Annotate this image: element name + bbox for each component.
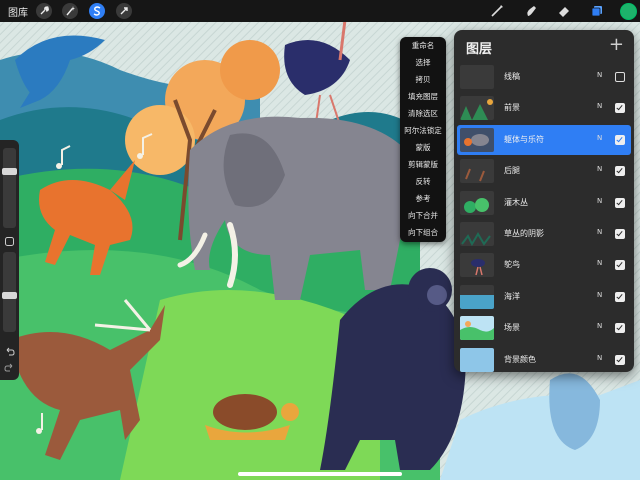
layers-panel-title: 图层: [466, 42, 493, 57]
smudge-icon[interactable]: [522, 2, 540, 20]
home-indicator[interactable]: [238, 472, 402, 476]
layer-thumbnail: [460, 96, 494, 121]
color-picker-swatch[interactable]: [620, 3, 637, 20]
layer-thumbnail: [460, 221, 494, 246]
layer-row[interactable]: 场景 N: [457, 313, 631, 343]
visibility-checkbox[interactable]: [615, 228, 625, 239]
layer-name: 躯体与乐符: [504, 134, 544, 144]
layer-row[interactable]: 前景 N: [457, 93, 631, 123]
layer-row[interactable]: 灌木丛 N: [457, 188, 631, 218]
visibility-checkbox[interactable]: [615, 72, 625, 82]
blend-mode-button[interactable]: N: [597, 71, 602, 79]
layers-list: 线稿 N 前景 N 躯体与乐符 N 后腿 N 灌木丛 N 草丛的阴影 N 鸵鸟 N 海洋 N 场景 N 背景颜色 N: [457, 62, 631, 376]
visibility-checkbox[interactable]: [615, 134, 625, 145]
layer-name: 线稿: [504, 72, 520, 81]
blend-mode-button[interactable]: N: [597, 354, 602, 362]
wrench-icon[interactable]: [36, 3, 52, 19]
layer-name: 海洋: [504, 291, 520, 301]
brush-size-slider[interactable]: [2, 148, 17, 228]
menu-item[interactable]: 选择: [400, 54, 446, 71]
layer-row[interactable]: 海洋 N: [457, 282, 631, 312]
menu-item[interactable]: 重命名: [400, 37, 446, 54]
visibility-checkbox[interactable]: [615, 291, 625, 302]
gallery-button[interactable]: 图库: [8, 4, 28, 19]
blend-mode-button[interactable]: N: [597, 165, 602, 173]
layer-name: 场景: [504, 323, 520, 333]
blend-mode-button[interactable]: N: [597, 322, 602, 330]
visibility-checkbox[interactable]: [615, 354, 625, 365]
square-modify-icon[interactable]: [4, 236, 15, 247]
blend-mode-button[interactable]: N: [597, 102, 602, 110]
menu-item[interactable]: 阿尔法锁定: [400, 122, 446, 139]
blend-mode-button[interactable]: N: [597, 259, 602, 267]
menu-item[interactable]: 填充图层: [400, 88, 446, 105]
layer-thumbnail: [460, 159, 494, 184]
visibility-checkbox[interactable]: [615, 103, 625, 114]
visibility-checkbox[interactable]: [615, 197, 625, 208]
layer-thumbnail: [460, 316, 494, 341]
layer-row[interactable]: 草丛的阴影 N: [457, 219, 631, 249]
layer-name: 前景: [504, 103, 520, 113]
layer-row[interactable]: 背景颜色 N: [457, 345, 631, 375]
layer-thumbnail: [460, 347, 494, 372]
layer-thumbnail: [460, 65, 494, 89]
visibility-checkbox[interactable]: [615, 323, 625, 334]
transform-arrow-icon[interactable]: [116, 3, 132, 19]
undo-icon[interactable]: [4, 346, 15, 357]
visibility-checkbox[interactable]: [615, 166, 625, 177]
top-toolbar: 图库: [0, 0, 640, 22]
blend-mode-button[interactable]: N: [597, 134, 602, 142]
menu-item[interactable]: 清除选区: [400, 105, 446, 122]
layer-name: 后腿: [504, 166, 520, 176]
menu-item[interactable]: 剪辑蒙版: [400, 156, 446, 173]
menu-item[interactable]: 向下组合: [400, 224, 446, 241]
blend-mode-button[interactable]: N: [597, 197, 602, 205]
layer-thumbnail: [460, 284, 494, 309]
layers-panel: 图层 + 线稿 N 前景 N 躯体与乐符 N 后腿 N 灌木丛 N 草丛的阴影 N 鸵鸟 N 海洋 N 场景 N 背…: [454, 30, 634, 372]
blend-mode-button[interactable]: N: [597, 228, 602, 236]
layer-row[interactable]: 线稿 N: [457, 62, 631, 92]
layer-name: 草丛的阴影: [504, 228, 544, 238]
layers-icon[interactable]: [588, 2, 606, 20]
menu-item[interactable]: 拷贝: [400, 71, 446, 88]
brush-icon[interactable]: [488, 2, 506, 20]
opacity-thumb[interactable]: [2, 292, 17, 300]
layer-name: 背景颜色: [504, 354, 536, 364]
layer-thumbnail: [460, 190, 494, 215]
visibility-checkbox[interactable]: [615, 260, 625, 271]
layer-row[interactable]: 鸵鸟 N: [457, 250, 631, 280]
blend-mode-button[interactable]: N: [597, 291, 602, 299]
left-sidebar: [0, 140, 19, 380]
layer-options-menu: 重命名 选择 拷贝 填充图层 清除选区 阿尔法锁定 蒙版 剪辑蒙版 反转 参考 向下合并 向下组合: [400, 37, 446, 242]
menu-item[interactable]: 参考: [400, 190, 446, 207]
layer-name: 鸵鸟: [504, 260, 520, 270]
layer-row[interactable]: 后腿 N: [457, 156, 631, 186]
menu-item[interactable]: 蒙版: [400, 139, 446, 156]
plus-icon[interactable]: +: [609, 34, 624, 55]
opacity-slider[interactable]: [2, 252, 17, 332]
layer-thumbnail: [460, 253, 494, 278]
layer-row[interactable]: 躯体与乐符 N: [457, 124, 631, 155]
layer-thumbnail: [460, 127, 494, 152]
magic-wand-icon[interactable]: [62, 3, 78, 19]
layer-name: 灌木丛: [504, 197, 528, 207]
menu-item[interactable]: 向下合并: [400, 207, 446, 224]
eraser-icon[interactable]: [555, 2, 573, 20]
brush-size-thumb[interactable]: [2, 168, 17, 176]
menu-item[interactable]: 反转: [400, 173, 446, 190]
selection-s-icon[interactable]: [89, 3, 105, 19]
redo-icon[interactable]: [4, 362, 15, 373]
